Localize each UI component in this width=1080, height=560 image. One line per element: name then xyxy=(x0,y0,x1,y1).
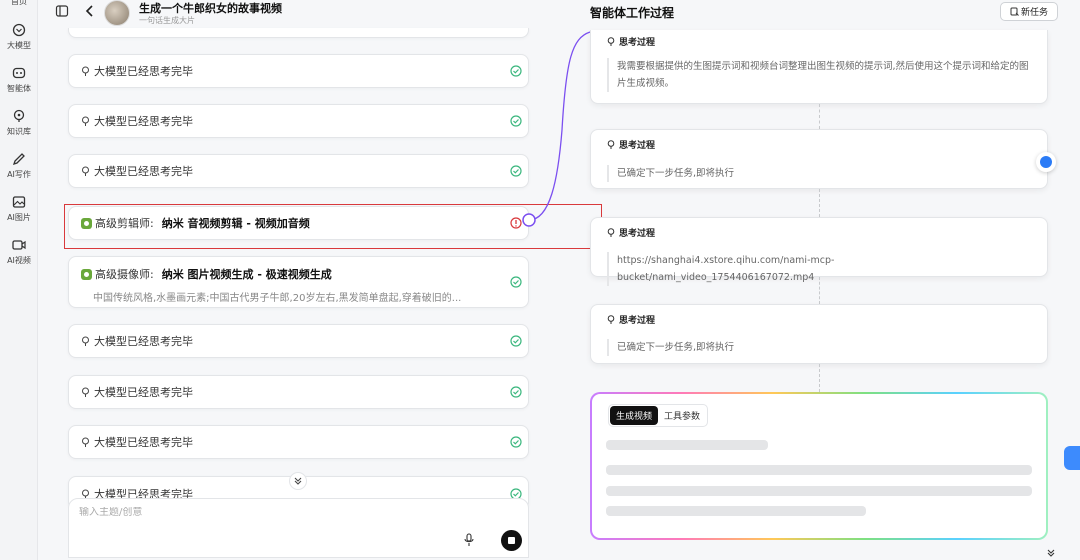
knowledge-icon xyxy=(13,109,25,122)
conversation-header: 生成一个牛郎织女的故事视频 一句话生成大片 xyxy=(38,0,558,28)
list-item-think[interactable]: 大模型已经思考完毕 xyxy=(68,154,529,188)
thought-card: 思考过程 已确定下一步任务,即将执行 xyxy=(590,304,1048,364)
bulb-icon xyxy=(607,227,615,237)
check-circle-icon xyxy=(510,335,522,347)
list-item-think[interactable]: 大模型已经思考完毕 xyxy=(68,425,529,459)
timeline-connector xyxy=(819,364,820,392)
prompt-input[interactable] xyxy=(79,507,379,518)
connector-line xyxy=(522,31,591,227)
list-item-agent-camera[interactable]: 高级摄像师: 纳米 图片视频生成 - 极速视频生成 中国传统风格,水墨画元素;中… xyxy=(68,256,529,308)
agent-description: 中国传统风格,水墨画元素;中国古代男子牛郎,20岁左右,黑发简单盘起,穿着破旧的… xyxy=(93,293,462,304)
tab-generate-video[interactable]: 生成视频 xyxy=(610,406,659,425)
bulb-icon xyxy=(82,166,89,176)
loading-skeleton xyxy=(606,506,866,516)
thought-header: 思考过程 xyxy=(619,229,656,239)
microphone-icon[interactable] xyxy=(464,533,474,547)
thought-body: 已确定下一步任务,即将执行 xyxy=(607,165,1031,182)
agent-task: 纳米 图片视频生成 - 极速视频生成 xyxy=(161,268,332,281)
image-icon xyxy=(12,196,26,208)
nav-home[interactable]: 首页 xyxy=(0,0,38,7)
thought-card: 思考过程 https://shanghai4.xstore.qihu.com/n… xyxy=(590,217,1048,286)
video-icon xyxy=(12,240,26,250)
thought-body: 我需要根据提供的生图提示词和视频台词整理出图生视频的提示词,然后使用这个提示词和… xyxy=(607,58,1031,92)
double-chevron-down-icon xyxy=(1047,549,1055,557)
bulb-icon xyxy=(82,66,89,76)
step-label: 大模型已经思考完毕 xyxy=(94,65,193,78)
thought-header: 思考过程 xyxy=(619,316,656,326)
nav-item-label: 知识库 xyxy=(7,127,31,136)
page-subtitle: 一句话生成大片 xyxy=(139,16,195,25)
side-float-button[interactable] xyxy=(1064,446,1080,470)
agent-icon xyxy=(12,67,26,79)
back-icon[interactable] xyxy=(84,4,96,18)
page-title: 生成一个牛郎织女的故事视频 xyxy=(139,2,282,15)
nav-item-knowledge[interactable]: 知识库 xyxy=(0,108,38,137)
nav-item-agent[interactable]: 智能体 xyxy=(0,65,38,94)
bulb-icon xyxy=(82,116,89,126)
step-label: 大模型已经思考完毕 xyxy=(94,165,193,178)
prompt-input-box xyxy=(68,498,529,558)
nav-item-writing[interactable]: AI写作 xyxy=(0,151,38,180)
timeline-connector xyxy=(819,189,820,217)
step-label: 大模型已经思考完毕 xyxy=(94,335,193,348)
timeline-connector xyxy=(819,104,820,129)
thought-card: 思考过程 已确定下一步任务,即将执行 xyxy=(590,129,1048,189)
nav-item-model[interactable]: 大模型 xyxy=(0,22,38,51)
nav-item-label: AI视频 xyxy=(7,256,31,265)
list-item-think[interactable]: 大模型已经思考完毕 xyxy=(68,104,529,138)
avatar xyxy=(104,0,130,26)
panel-title: 智能体工作过程 xyxy=(590,6,675,20)
loading-skeleton xyxy=(606,486,1032,496)
step-label: 大模型已经思考完毕 xyxy=(94,436,193,449)
nav-item-label: AI图片 xyxy=(7,213,31,222)
thought-header: 思考过程 xyxy=(619,141,656,151)
pen-icon xyxy=(12,153,25,166)
assistant-float-button[interactable] xyxy=(1036,152,1056,172)
double-chevron-down-icon xyxy=(294,477,302,485)
step-label: 大模型已经思考完毕 xyxy=(94,115,193,128)
bulb-icon xyxy=(607,314,615,324)
new-task-icon xyxy=(1010,7,1019,16)
list-item-think[interactable]: 大模型已经思考完毕 xyxy=(68,54,529,88)
thought-header: 思考过程 xyxy=(619,38,656,48)
nav-home-label: 首页 xyxy=(11,0,27,6)
generation-tabs: 生成视频 工具参数 xyxy=(608,404,709,427)
check-circle-icon xyxy=(510,436,522,448)
loading-skeleton xyxy=(606,465,1032,475)
nav-item-label: AI写作 xyxy=(7,170,31,179)
video-generation-card: 生成视频 工具参数 xyxy=(590,392,1048,540)
list-item-think[interactable]: 大模型已经思考完毕 xyxy=(68,324,529,358)
sidebar-toggle-icon[interactable] xyxy=(55,4,69,18)
bulb-icon xyxy=(82,437,89,447)
collapse-icon[interactable] xyxy=(1046,548,1056,560)
bulb-icon xyxy=(607,139,615,149)
check-circle-icon xyxy=(510,276,522,288)
nav-item-label: 大模型 xyxy=(7,41,31,50)
check-circle-icon xyxy=(510,386,522,398)
video-generation-inner: 生成视频 工具参数 xyxy=(592,394,1046,538)
nav-item-video[interactable]: AI视频 xyxy=(0,237,38,266)
nav-item-image[interactable]: AI图片 xyxy=(0,194,38,223)
new-task-label: 新任务 xyxy=(1020,8,1048,18)
tab-tool-params[interactable]: 工具参数 xyxy=(658,406,706,425)
list-item xyxy=(68,28,529,38)
agent-icon xyxy=(81,268,92,280)
bulb-icon xyxy=(82,336,89,346)
agent-role: 高级摄像师: xyxy=(95,268,154,281)
step-label: 大模型已经思考完毕 xyxy=(94,386,193,399)
bulb-icon xyxy=(82,387,89,397)
bulb-icon xyxy=(607,36,615,46)
nav-item-label: 智能体 xyxy=(7,84,31,93)
new-task-button[interactable]: 新任务 xyxy=(1000,2,1058,21)
list-item-think[interactable]: 大模型已经思考完毕 xyxy=(68,375,529,409)
scroll-to-bottom-button[interactable] xyxy=(289,472,307,490)
loading-skeleton xyxy=(606,440,768,450)
thought-card: 思考过程 我需要根据提供的生图提示词和视频台词整理出图生视频的提示词,然后使用这… xyxy=(590,30,1048,104)
timeline-connector xyxy=(819,277,820,304)
left-nav: 首页 大模型 智能体 知识库 AI写作 AI图片 AI视频 xyxy=(0,0,38,560)
thought-body: 已确定下一步任务,即将执行 xyxy=(607,339,1031,356)
model-icon xyxy=(12,23,26,37)
stop-generation-button[interactable] xyxy=(501,530,522,551)
